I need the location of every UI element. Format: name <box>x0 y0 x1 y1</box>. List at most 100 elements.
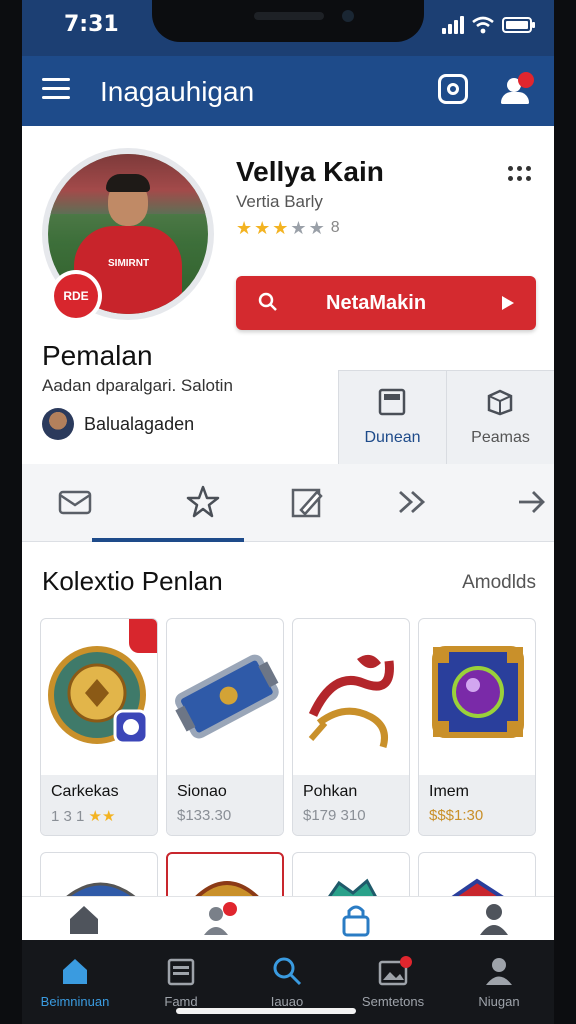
nav-label: Iauao <box>270 994 304 1009</box>
plate-icon <box>175 654 279 739</box>
box-icon <box>487 389 513 416</box>
status-bar: 7:31 <box>22 0 554 56</box>
tile-label: Peamas <box>471 429 530 446</box>
calendar-icon <box>167 958 195 986</box>
tab-favorites[interactable] <box>150 464 256 542</box>
tab-next[interactable] <box>478 464 554 542</box>
wifi-icon <box>472 16 494 34</box>
primary-action-label: NetaMakin <box>326 292 427 314</box>
item-price: $$$1:30 <box>429 807 484 824</box>
player-subtitle: Vertia Barly <box>236 192 323 211</box>
shirt-text: SIMIRNT <box>108 258 150 269</box>
collection-section: Kolextio Penlan Amodlds Carkekas 1 3 1 ★… <box>22 542 554 942</box>
collection-item[interactable]: Imem $$$1:30 <box>418 618 536 836</box>
nav-label: Beimninuan <box>40 994 110 1009</box>
menu-icon[interactable] <box>42 78 70 102</box>
collection-title: Kolextio Penlan <box>42 566 223 596</box>
people-icon[interactable] <box>198 901 238 937</box>
device-bezel <box>0 0 22 1024</box>
star-icon: ★ <box>236 218 253 238</box>
rope-icon <box>308 654 394 749</box>
item-price: $133.30 <box>177 807 232 824</box>
tab-forward[interactable] <box>360 464 466 542</box>
item-name: Imem <box>429 783 469 800</box>
nav-profile[interactable]: Niugan <box>446 946 552 1016</box>
speaker-grille <box>254 12 324 20</box>
nav-label: Famd <box>164 994 198 1009</box>
collection-item[interactable]: Carkekas 1 3 1 ★★ <box>40 618 158 836</box>
item-name: Carkekas <box>51 783 119 800</box>
notch <box>152 0 424 42</box>
photos-icon <box>378 956 412 986</box>
star-icon: ★★ <box>88 808 116 825</box>
rating-value: 8 <box>330 219 340 236</box>
section-title: Pemalan <box>42 340 153 371</box>
signal-icon <box>442 16 464 34</box>
profile-card: SIMIRNT RDE Vellya Kain Vertia Barly ★ ★… <box>22 126 554 464</box>
section-description: Aadan dparalgari. Salotin <box>42 376 233 395</box>
collection-item[interactable]: Pohkan $179 310 <box>292 618 410 836</box>
club-avatar <box>42 408 74 440</box>
phone-screen: 7:31 Inagauhigan SIMIRNT RDE Vellya Kain… <box>22 0 554 1024</box>
home-icon[interactable] <box>64 901 104 937</box>
club-link[interactable]: Balualagaden <box>42 408 194 440</box>
star-icon: ★ <box>308 218 325 238</box>
device-bezel <box>554 0 576 1024</box>
account-button[interactable] <box>498 72 534 108</box>
nav-label: Niugan <box>478 994 520 1009</box>
arrow-right-icon <box>519 491 545 513</box>
item-meta: Imem $$$1:30 <box>419 775 535 835</box>
status-time: 7:31 <box>64 12 119 37</box>
double-chevron-icon <box>399 490 426 514</box>
app-header: Inagauhigan <box>22 56 554 126</box>
app-title: Inagauhigan <box>100 76 255 107</box>
player-name: Vellya Kain <box>236 156 384 187</box>
item-meta: Pohkan $179 310 <box>293 775 409 835</box>
star-icon <box>186 485 220 518</box>
tile-peamas[interactable]: Peamas <box>446 371 554 464</box>
more-options-icon[interactable] <box>508 164 532 184</box>
lock-icon[interactable] <box>336 901 376 937</box>
person-icon <box>486 958 512 985</box>
nav-search[interactable]: Iauao <box>234 946 340 1016</box>
tab-bar <box>22 464 554 542</box>
camera-icon[interactable] <box>438 74 468 104</box>
battery-icon <box>502 17 535 33</box>
front-camera <box>342 10 354 22</box>
star-icon: ★ <box>254 218 271 238</box>
nav-home[interactable]: Beimninuan <box>22 946 128 1016</box>
user-icon-body <box>501 92 529 104</box>
rating: ★ ★ ★ ★ ★ 8 <box>236 218 340 238</box>
home-indicator[interactable] <box>176 1008 356 1014</box>
item-name: Sionao <box>177 783 227 800</box>
item-price: 1 3 1 ★★ <box>51 807 115 825</box>
tab-edit[interactable] <box>254 464 360 542</box>
tile-label: Dunean <box>364 429 421 446</box>
player-hair <box>106 174 150 192</box>
home-icon <box>63 959 87 984</box>
quick-tiles: Dunean Peamas <box>338 370 554 464</box>
tab-mail[interactable] <box>22 464 128 542</box>
play-icon <box>502 296 514 310</box>
item-meta: Carkekas 1 3 1 ★★ <box>41 775 157 835</box>
nav-semtetons[interactable]: Semtetons <box>340 946 446 1016</box>
notification-dot <box>518 72 534 88</box>
item-price-text: 1 3 1 <box>51 808 85 825</box>
item-price: $179 310 <box>303 807 366 824</box>
profile-icon[interactable] <box>474 901 514 937</box>
mail-icon <box>58 490 92 515</box>
star-icon: ★ <box>272 218 289 238</box>
star-icon: ★ <box>290 218 307 238</box>
secondary-nav <box>22 896 554 942</box>
item-meta: Sionao $133.30 <box>167 775 283 835</box>
club-name: Balualagaden <box>84 413 195 434</box>
search-icon <box>258 292 277 311</box>
primary-action-button[interactable]: NetaMakin <box>236 276 536 330</box>
item-badge <box>129 619 157 653</box>
nav-label: Semtetons <box>361 994 425 1009</box>
tile-dunean[interactable]: Dunean <box>338 371 446 464</box>
collection-see-all-link[interactable]: Amodlds <box>462 572 536 594</box>
edit-icon <box>291 488 323 518</box>
nav-famd[interactable]: Famd <box>128 946 234 1016</box>
collection-item[interactable]: Sionao $133.30 <box>166 618 284 836</box>
